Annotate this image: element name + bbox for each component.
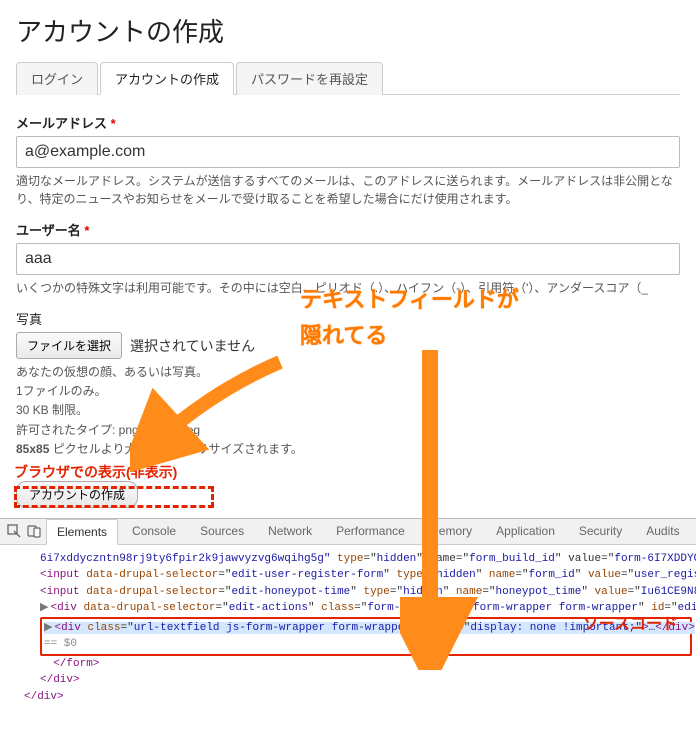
devtools-source[interactable]: 6i7xddyczntn98rj9ty6fpir2k9jawvyzvg6wqih… — [0, 545, 696, 708]
page-title: アカウントの作成 — [16, 12, 680, 49]
required-mark: * — [84, 223, 89, 238]
tab-reset-password[interactable]: パスワードを再設定 — [236, 62, 383, 95]
source-line: <input data-drupal-selector="edit-user-r… — [40, 567, 692, 584]
email-label: メールアドレス * — [16, 113, 680, 132]
annotation-source-code: ソースコード — [583, 613, 678, 637]
email-field[interactable] — [16, 136, 680, 168]
tab-bar: ログイン アカウントの作成 パスワードを再設定 — [16, 61, 680, 95]
choose-file-button[interactable]: ファイルを選択 — [16, 332, 122, 359]
annotation-dashed-box — [14, 486, 214, 508]
devtools-panel: Elements Console Sources Network Perform… — [0, 518, 696, 708]
devtools-tab-sources[interactable]: Sources — [190, 518, 254, 544]
annotation-hidden-field-2: 隠れてる — [300, 318, 387, 350]
devtools-tab-elements[interactable]: Elements — [46, 519, 118, 545]
inspect-icon[interactable] — [6, 523, 22, 539]
devtools-tab-performance[interactable]: Performance — [326, 518, 415, 544]
devtools-tab-bar: Elements Console Sources Network Perform… — [0, 519, 696, 545]
devtools-tab-audits[interactable]: Audits — [636, 518, 689, 544]
devtools-tab-console[interactable]: Console — [122, 518, 186, 544]
devtools-tab-security[interactable]: Security — [569, 518, 632, 544]
devtools-tab-memory[interactable]: Memory — [419, 518, 482, 544]
source-line: <input data-drupal-selector="edit-honeyp… — [40, 584, 692, 601]
devtools-tab-application[interactable]: Application — [486, 518, 565, 544]
username-field[interactable] — [16, 243, 680, 275]
devtools-tab-network[interactable]: Network — [258, 518, 322, 544]
tab-login[interactable]: ログイン — [16, 62, 98, 95]
username-label: ユーザー名 * — [16, 220, 680, 239]
required-mark: * — [111, 116, 116, 131]
annotation-hidden-field-1: テキストフィールドが — [300, 282, 519, 314]
tab-create-account[interactable]: アカウントの作成 — [100, 62, 234, 95]
device-icon[interactable] — [26, 523, 42, 539]
annotation-browser-hidden: ブラウザでの表示(非表示) — [14, 462, 177, 482]
photo-notes: あなたの仮想の顔、あるいは写真。 1ファイルのみ。 30 KB 制限。 許可され… — [16, 363, 680, 459]
file-status: 選択されていません — [130, 336, 255, 356]
email-description: 適切なメールアドレス。システムが送信するすべてのメールは、このアドレスに送られま… — [16, 172, 680, 208]
